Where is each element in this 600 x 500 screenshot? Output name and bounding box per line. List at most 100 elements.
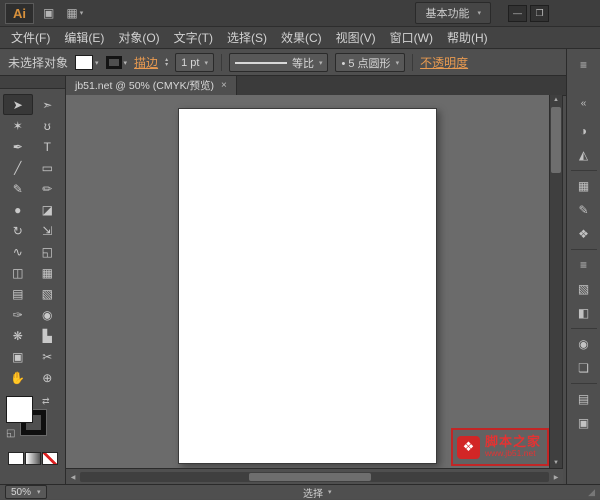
arrange-documents-icon[interactable]: ▦ ▾ <box>63 5 86 21</box>
default-fill-stroke-icon[interactable]: ◱ <box>6 428 15 439</box>
swap-fill-stroke-icon[interactable]: ⇄ <box>42 396 50 407</box>
divider <box>570 383 597 384</box>
layers-panel-icon[interactable]: ▤ <box>571 387 597 411</box>
scroll-down-icon[interactable]: ▼ <box>550 458 562 468</box>
appearance-panel-icon[interactable]: ◉ <box>571 332 597 356</box>
graphic-styles-panel-icon[interactable]: ❏ <box>571 356 597 380</box>
status-indicator-select[interactable]: 选择 ▾ <box>303 485 332 500</box>
fill-color-well[interactable] <box>6 396 33 423</box>
tool-slice[interactable]: ✂ <box>33 346 63 367</box>
tool-pencil[interactable]: ✏ <box>33 178 63 199</box>
workspace-label: 基本功能 <box>425 8 470 20</box>
tool-column-graph[interactable]: ▙ <box>33 325 63 346</box>
menu-object[interactable]: 对象(O) <box>111 27 166 48</box>
tool-selection[interactable]: ➤ <box>3 94 33 115</box>
tool-magic-wand[interactable]: ✶ <box>3 115 33 136</box>
menu-bar: 文件(F) 编辑(E) 对象(O) 文字(T) 选择(S) 效果(C) 视图(V… <box>0 27 600 49</box>
tool-symbol-sprayer[interactable]: ❋ <box>3 325 33 346</box>
color-panel-icon[interactable]: ◑ <box>571 119 597 143</box>
tool-blend[interactable]: ◉ <box>33 304 63 325</box>
menu-edit[interactable]: 编辑(E) <box>57 27 111 48</box>
tool-scale[interactable]: ⇲ <box>33 220 63 241</box>
restore-button[interactable]: ❐ <box>530 4 549 22</box>
scroll-up-icon[interactable]: ▲ <box>550 95 562 105</box>
stroke-panel-link[interactable]: 描边 <box>134 54 158 71</box>
tool-line-segment[interactable]: ╱ <box>3 157 33 178</box>
none-mode-button[interactable] <box>42 452 58 465</box>
tool-eraser[interactable]: ◪ <box>33 199 63 220</box>
control-bar: 未选择对象 ▾ ▾ 描边 ▴ ▾ 1 pt ▾ 等比 ▾ • 5 点圆形 ▾ 不… <box>0 50 600 76</box>
tool-zoom[interactable]: ⊕ <box>33 367 63 388</box>
workspace-switcher-button[interactable]: 基本功能 ▾ <box>415 2 491 24</box>
panel-menu-icon[interactable]: ≡ <box>571 53 597 77</box>
menu-type[interactable]: 文字(T) <box>167 27 220 48</box>
horizontal-scrollbar[interactable]: ◀ ▶ <box>66 468 563 484</box>
fill-color-picker[interactable]: ▾ <box>75 55 99 70</box>
selection-status-label: 未选择对象 <box>8 56 69 70</box>
stroke-color-picker[interactable]: ▾ <box>105 56 127 69</box>
menu-view[interactable]: 视图(V) <box>329 27 383 48</box>
horizontal-scroll-thumb[interactable] <box>248 473 371 481</box>
menu-window[interactable]: 窗口(W) <box>383 27 440 48</box>
width-profile-select[interactable]: 等比 ▾ <box>228 53 329 72</box>
swatches-panel-icon[interactable]: ▦ <box>571 174 597 198</box>
tool-artboard[interactable]: ▣ <box>3 346 33 367</box>
tool-width[interactable]: ∿ <box>3 241 33 262</box>
tool-pen[interactable]: ✒ <box>3 136 33 157</box>
tool-rotate[interactable]: ↻ <box>3 220 33 241</box>
tools-panel-header[interactable] <box>0 76 65 89</box>
tool-type[interactable]: T <box>33 136 63 157</box>
tool-lasso[interactable]: ʊ <box>33 115 63 136</box>
tool-free-transform[interactable]: ◱ <box>33 241 63 262</box>
tool-shape-builder[interactable]: ◫ <box>3 262 33 283</box>
transparency-panel-icon[interactable]: ◧ <box>571 301 597 325</box>
menu-effect[interactable]: 效果(C) <box>274 27 329 48</box>
canvas-area[interactable] <box>66 95 551 468</box>
expand-panels-icon[interactable]: « <box>571 91 597 115</box>
artboard[interactable] <box>178 108 437 464</box>
tool-paintbrush[interactable]: ✎ <box>3 178 33 199</box>
vertical-scroll-thumb[interactable] <box>551 107 561 173</box>
gradient-panel-icon[interactable]: ▧ <box>571 277 597 301</box>
watermark-url: www.jb51.net <box>485 448 536 459</box>
brush-definition-select[interactable]: • 5 点圆形 ▾ <box>335 53 406 72</box>
color-mode-button[interactable] <box>8 452 24 465</box>
stroke-width-select[interactable]: 1 pt ▾ <box>175 53 214 72</box>
document-title: jb51.net @ 50% (CMYK/预览) <box>75 80 215 92</box>
close-tab-icon[interactable]: × <box>221 80 227 91</box>
brushes-panel-icon[interactable]: ✎ <box>571 198 597 222</box>
tool-blob-brush[interactable]: ● <box>3 199 33 220</box>
vertical-scrollbar[interactable]: ▲ ▼ <box>549 95 563 468</box>
stroke-width-stepper[interactable]: ▴ ▾ <box>165 57 168 68</box>
jb51-logo-icon: ❖ <box>457 435 480 459</box>
watermark-text: 脚本之家 www.jb51.net <box>485 434 541 459</box>
artboards-panel-icon[interactable]: ▣ <box>571 411 597 435</box>
color-guide-panel-icon[interactable]: ◭ <box>571 143 597 167</box>
resize-grip-icon[interactable]: ◢ <box>588 487 595 498</box>
document-tab[interactable]: jb51.net @ 50% (CMYK/预览) × <box>66 76 237 95</box>
opacity-panel-link[interactable]: 不透明度 <box>420 54 468 71</box>
menu-file[interactable]: 文件(F) <box>4 27 57 48</box>
scroll-right-icon[interactable]: ▶ <box>550 472 562 482</box>
zoom-level-select[interactable]: 50% ▾ <box>5 485 47 499</box>
paint-mode-buttons <box>8 452 65 465</box>
minimize-button[interactable]: — <box>508 4 527 22</box>
stepper-down-icon[interactable]: ▾ <box>165 62 168 68</box>
tool-mesh[interactable]: ▤ <box>3 283 33 304</box>
stroke-panel-icon[interactable]: ≡ <box>571 253 597 277</box>
menu-help[interactable]: 帮助(H) <box>440 27 495 48</box>
tool-rectangle[interactable]: ▭ <box>33 157 63 178</box>
tool-eyedropper[interactable]: ✑ <box>3 304 33 325</box>
divider <box>220 54 222 71</box>
gradient-mode-button[interactable] <box>25 452 41 465</box>
menu-select[interactable]: 选择(S) <box>220 27 274 48</box>
bridge-icon[interactable]: ▣ <box>40 5 57 21</box>
tool-perspective-grid[interactable]: ▦ <box>33 262 63 283</box>
symbols-panel-icon[interactable]: ❖ <box>571 222 597 246</box>
scroll-left-icon[interactable]: ◀ <box>67 472 79 482</box>
tool-direct-selection[interactable]: ➣ <box>33 94 63 115</box>
divider <box>570 328 597 329</box>
tool-hand[interactable]: ✋ <box>3 367 33 388</box>
horizontal-scroll-track[interactable] <box>80 472 549 482</box>
tool-gradient[interactable]: ▧ <box>33 283 63 304</box>
